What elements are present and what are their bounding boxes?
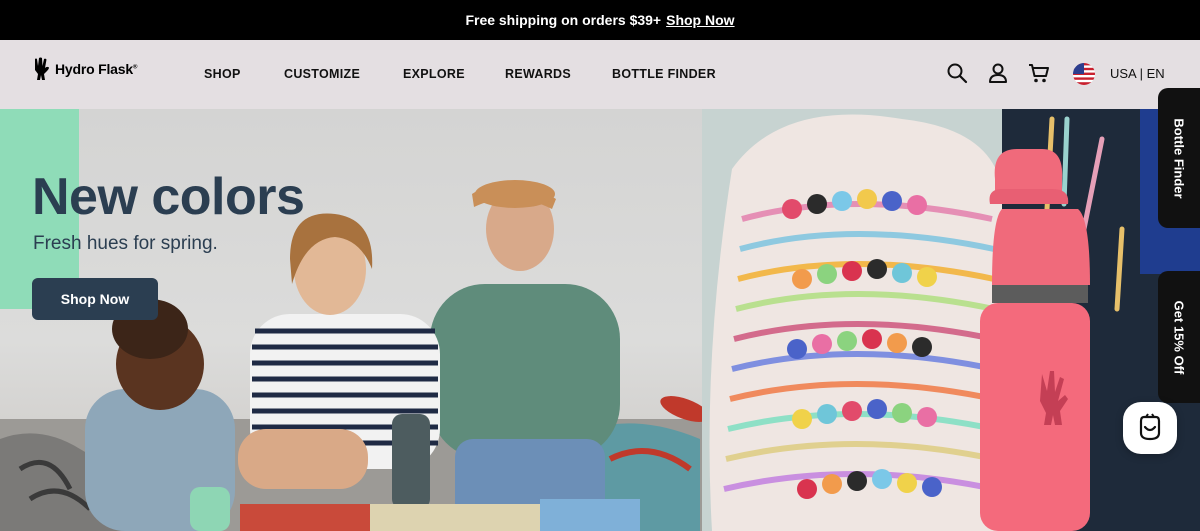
bottle-finder-tab[interactable]: Bottle Finder	[1158, 88, 1200, 228]
hero-shop-now-button[interactable]: Shop Now	[32, 278, 158, 320]
discount-tab[interactable]: Get 15% Off	[1158, 271, 1200, 403]
hero-left-banner: New colors Fresh hues for spring. Shop N…	[0, 109, 702, 531]
locale-selector[interactable]: USA | EN	[1110, 66, 1165, 81]
nav-rewards[interactable]: REWARDS	[505, 67, 571, 81]
chat-button[interactable]	[1123, 402, 1177, 454]
promo-text: Free shipping on orders $39+	[465, 12, 662, 28]
nav-explore[interactable]: EXPLORE	[403, 67, 465, 81]
hero-title: New colors	[32, 168, 305, 226]
hydro-flask-hand-icon	[35, 57, 49, 80]
hydro-flask-logo[interactable]: Hydro Flask®	[31, 57, 137, 81]
logo-wordmark: Hydro Flask®	[55, 61, 138, 77]
nav-bottle-finder[interactable]: BOTTLE FINDER	[612, 67, 716, 81]
hero-bottle-photo	[702, 109, 1200, 531]
nav-shop[interactable]: SHOP	[204, 67, 241, 81]
hero-right-banner	[702, 109, 1200, 531]
search-icon[interactable]	[946, 62, 968, 84]
chat-icon	[1139, 413, 1161, 441]
site-header	[0, 40, 1200, 109]
promo-bar: Free shipping on orders $39+ Shop Now	[0, 0, 1200, 40]
cart-icon[interactable]	[1028, 62, 1050, 84]
us-flag-icon[interactable]	[1073, 63, 1095, 85]
account-icon[interactable]	[987, 62, 1009, 84]
nav-customize[interactable]: CUSTOMIZE	[284, 67, 360, 81]
promo-shop-now-link[interactable]: Shop Now	[666, 12, 734, 28]
hero-subtitle: Fresh hues for spring.	[33, 233, 218, 254]
